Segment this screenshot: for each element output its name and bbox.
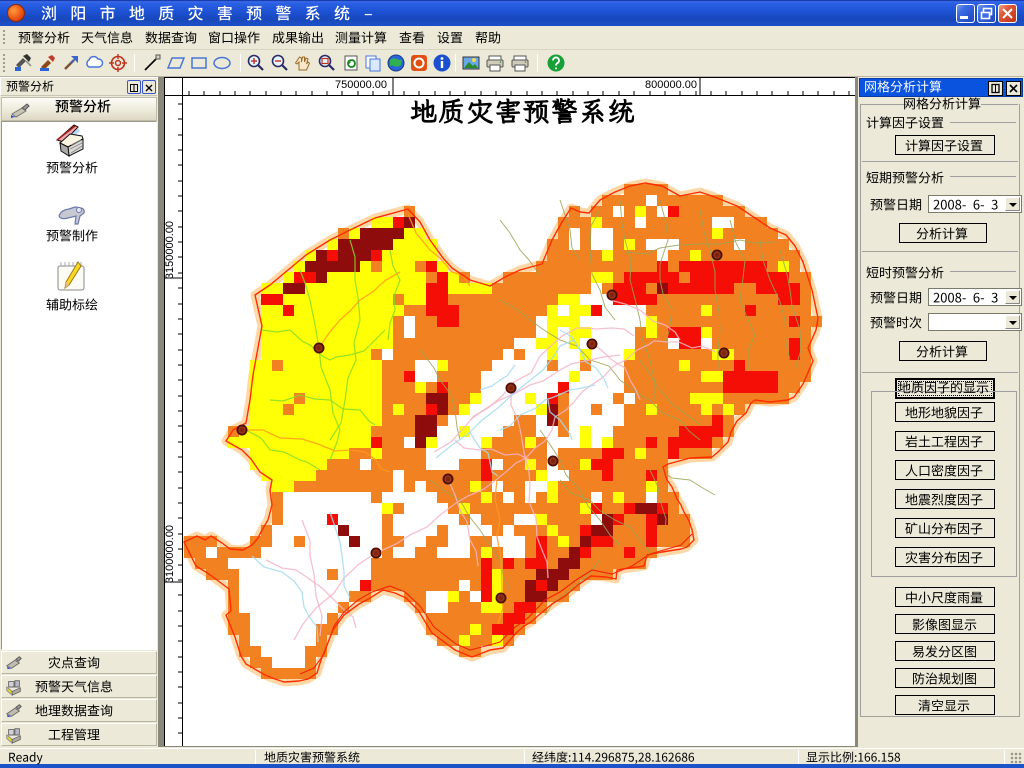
svg-text:800000.00: 800000.00	[645, 79, 697, 91]
svg-text:3100000.00: 3100000.00	[165, 525, 176, 583]
svg-text:3150000.00: 3150000.00	[165, 221, 176, 279]
svg-text:750000.00: 750000.00	[335, 79, 387, 91]
